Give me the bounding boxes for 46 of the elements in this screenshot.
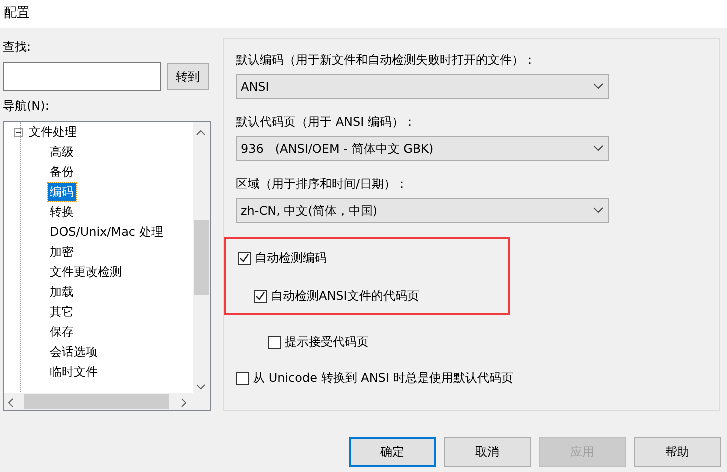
field-label: 默认编码（用于新文件和自动检测失败时打开的文件）： (236, 52, 537, 69)
tree-item[interactable]: 高级 (48, 143, 76, 161)
chevron-down-icon (593, 145, 604, 152)
dropdown-value: ANSI (241, 78, 270, 96)
checkbox-label: 自动检测ANSI文件的代码页 (271, 288, 420, 305)
tree-item[interactable]: 编码 (48, 183, 76, 201)
scrollbar-thumb[interactable] (194, 220, 209, 295)
checkbox[interactable] (268, 336, 281, 348)
dropdown[interactable]: zh-CN, 中文(简体，中国) (236, 198, 609, 223)
scrollbar-thumb[interactable] (24, 394, 169, 409)
checkbox[interactable] (254, 290, 267, 302)
tree-item[interactable]: 转换 (48, 203, 76, 221)
search-label: 查找: (3, 39, 32, 56)
field-label: 区域（用于排序和时间/日期）： (236, 176, 410, 193)
field-label: 默认代码页（用于 ANSI 编码）： (236, 114, 417, 131)
checkbox[interactable] (236, 372, 249, 384)
tree-item[interactable]: 文件处理 (27, 123, 79, 141)
vertical-scrollbar[interactable] (193, 122, 210, 394)
collapse-icon[interactable] (14, 128, 23, 136)
window-title: 配置 (0, 0, 727, 28)
dropdown-value: 936 (ANSI/OEM - 简体中文 GBK) (241, 140, 434, 158)
dialog-button[interactable]: 取消 (444, 437, 531, 467)
checkbox-label: 从 Unicode 转换到 ANSI 时总是使用默认代码页 (253, 370, 514, 387)
tree-item[interactable]: 备份 (48, 163, 76, 181)
horizontal-scrollbar[interactable] (4, 393, 210, 410)
dropdown[interactable]: ANSI (236, 74, 609, 99)
go-button[interactable]: 转到 (167, 63, 209, 90)
tree-item[interactable]: 加载 (48, 283, 76, 301)
dialog-button[interactable]: 确定 (349, 437, 436, 467)
tree-item[interactable]: 其它 (48, 303, 76, 321)
tree-item[interactable]: 保存 (48, 323, 76, 341)
dialog-button[interactable]: 帮助 (634, 437, 721, 467)
checkbox[interactable] (238, 252, 251, 264)
search-field[interactable] (3, 62, 161, 91)
checkbox-label: 自动检测编码 (255, 250, 327, 267)
navigation-label: 导航(N): (3, 98, 50, 115)
checkbox-label: 提示接受代码页 (285, 334, 369, 351)
dropdown[interactable]: 936 (ANSI/OEM - 简体中文 GBK) (236, 136, 609, 161)
tree-item[interactable]: 文件更改检测 (48, 263, 124, 281)
chevron-down-icon (593, 207, 604, 214)
tree-item[interactable]: 会话选项 (48, 343, 100, 361)
dropdown-value: zh-CN, 中文(简体，中国) (241, 202, 378, 220)
chevron-down-icon (593, 83, 604, 90)
tree-item[interactable]: 加密 (48, 243, 76, 261)
tree-item[interactable]: DOS/Unix/Mac 处理 (48, 223, 166, 241)
tree-item[interactable]: 临时文件 (48, 363, 100, 381)
